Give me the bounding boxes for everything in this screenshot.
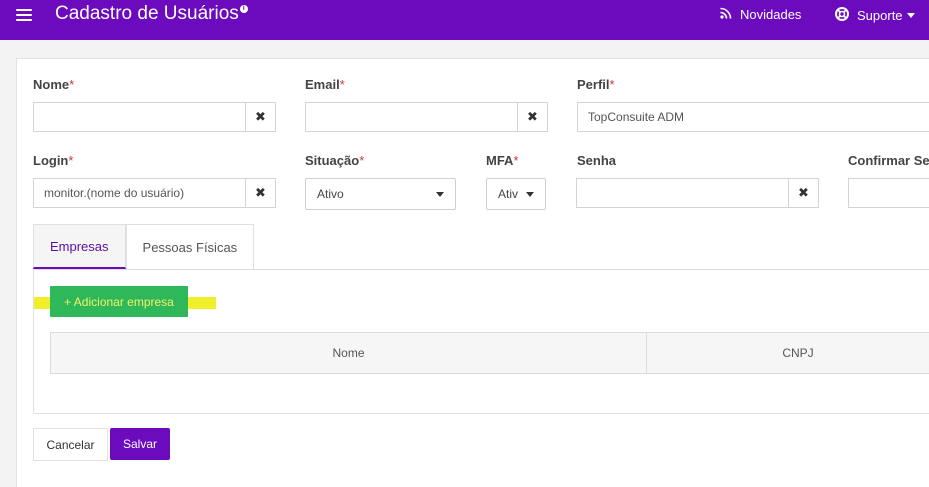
- login-field-group: monitor.(nome do usuário) ✖: [33, 178, 276, 208]
- login-input[interactable]: monitor.(nome do usuário): [34, 179, 245, 207]
- mfa-value: Ativ: [498, 187, 519, 201]
- senha-label: Senha: [577, 153, 617, 168]
- confirmar-senha-field-group: [848, 178, 929, 208]
- nome-label: Nome*: [33, 77, 75, 92]
- login-label: Login*: [33, 153, 74, 168]
- save-button[interactable]: Salvar: [110, 428, 170, 460]
- add-empresa-button[interactable]: + Adicionar empresa: [50, 286, 188, 317]
- empresas-table-header: Nome CNPJ: [50, 332, 929, 374]
- page-title: Cadastro de Usuários i: [55, 3, 248, 25]
- perfil-label: Perfil*: [577, 77, 615, 92]
- email-field-group: ✖: [305, 102, 548, 132]
- info-icon[interactable]: i: [239, 5, 248, 13]
- hamburger-menu-icon[interactable]: [16, 9, 32, 23]
- nome-input[interactable]: [34, 103, 245, 131]
- email-clear-icon[interactable]: ✖: [517, 103, 547, 131]
- email-input[interactable]: [306, 103, 517, 131]
- nome-field-group: ✖: [33, 102, 276, 132]
- confirmar-senha-label: Confirmar Ser: [848, 153, 929, 168]
- confirmar-senha-input[interactable]: [849, 179, 929, 207]
- user-form-card: Nome* ✖ Email* ✖ Perfil* TopConsuite ADM…: [16, 58, 929, 487]
- senha-field-group: ✖: [576, 178, 819, 208]
- login-clear-icon[interactable]: ✖: [245, 179, 275, 207]
- mfa-label: MFA*: [486, 153, 519, 168]
- top-bar: Cadastro de Usuários i Novidades Suporte: [0, 0, 929, 40]
- chevron-down-icon: [906, 13, 915, 18]
- cancel-button[interactable]: Cancelar: [33, 428, 108, 461]
- perfil-select[interactable]: TopConsuite ADM: [577, 102, 929, 132]
- mfa-select[interactable]: Ativ: [486, 178, 546, 210]
- situacao-label: Situação*: [305, 153, 365, 168]
- novidades-link[interactable]: Novidades: [720, 7, 801, 22]
- perfil-value: TopConsuite ADM: [588, 110, 685, 124]
- chevron-down-icon: [526, 191, 534, 197]
- rss-icon: [720, 7, 732, 22]
- suporte-menu[interactable]: Suporte: [835, 7, 915, 24]
- tab-bar: Empresas Pessoas Físicas: [33, 224, 255, 269]
- tab-empresas[interactable]: Empresas: [33, 224, 126, 269]
- senha-clear-icon[interactable]: ✖: [788, 179, 818, 207]
- lifebuoy-icon: [835, 7, 849, 24]
- situacao-value: Ativo: [317, 187, 344, 201]
- column-header-cnpj[interactable]: CNPJ: [647, 333, 929, 373]
- novidades-label: Novidades: [740, 7, 802, 22]
- nome-clear-icon[interactable]: ✖: [245, 103, 275, 131]
- column-header-nome[interactable]: Nome: [51, 333, 647, 373]
- email-label: Email*: [305, 77, 345, 92]
- senha-input[interactable]: [577, 179, 788, 207]
- empresas-panel: + Adicionar empresa Nome CNPJ: [33, 269, 929, 414]
- chevron-down-icon: [436, 191, 444, 197]
- situacao-select[interactable]: Ativo: [305, 178, 456, 210]
- page-title-text: Cadastro de Usuários: [55, 3, 239, 24]
- tab-pessoas-fisicas[interactable]: Pessoas Físicas: [125, 224, 255, 269]
- suporte-label: Suporte: [857, 8, 903, 23]
